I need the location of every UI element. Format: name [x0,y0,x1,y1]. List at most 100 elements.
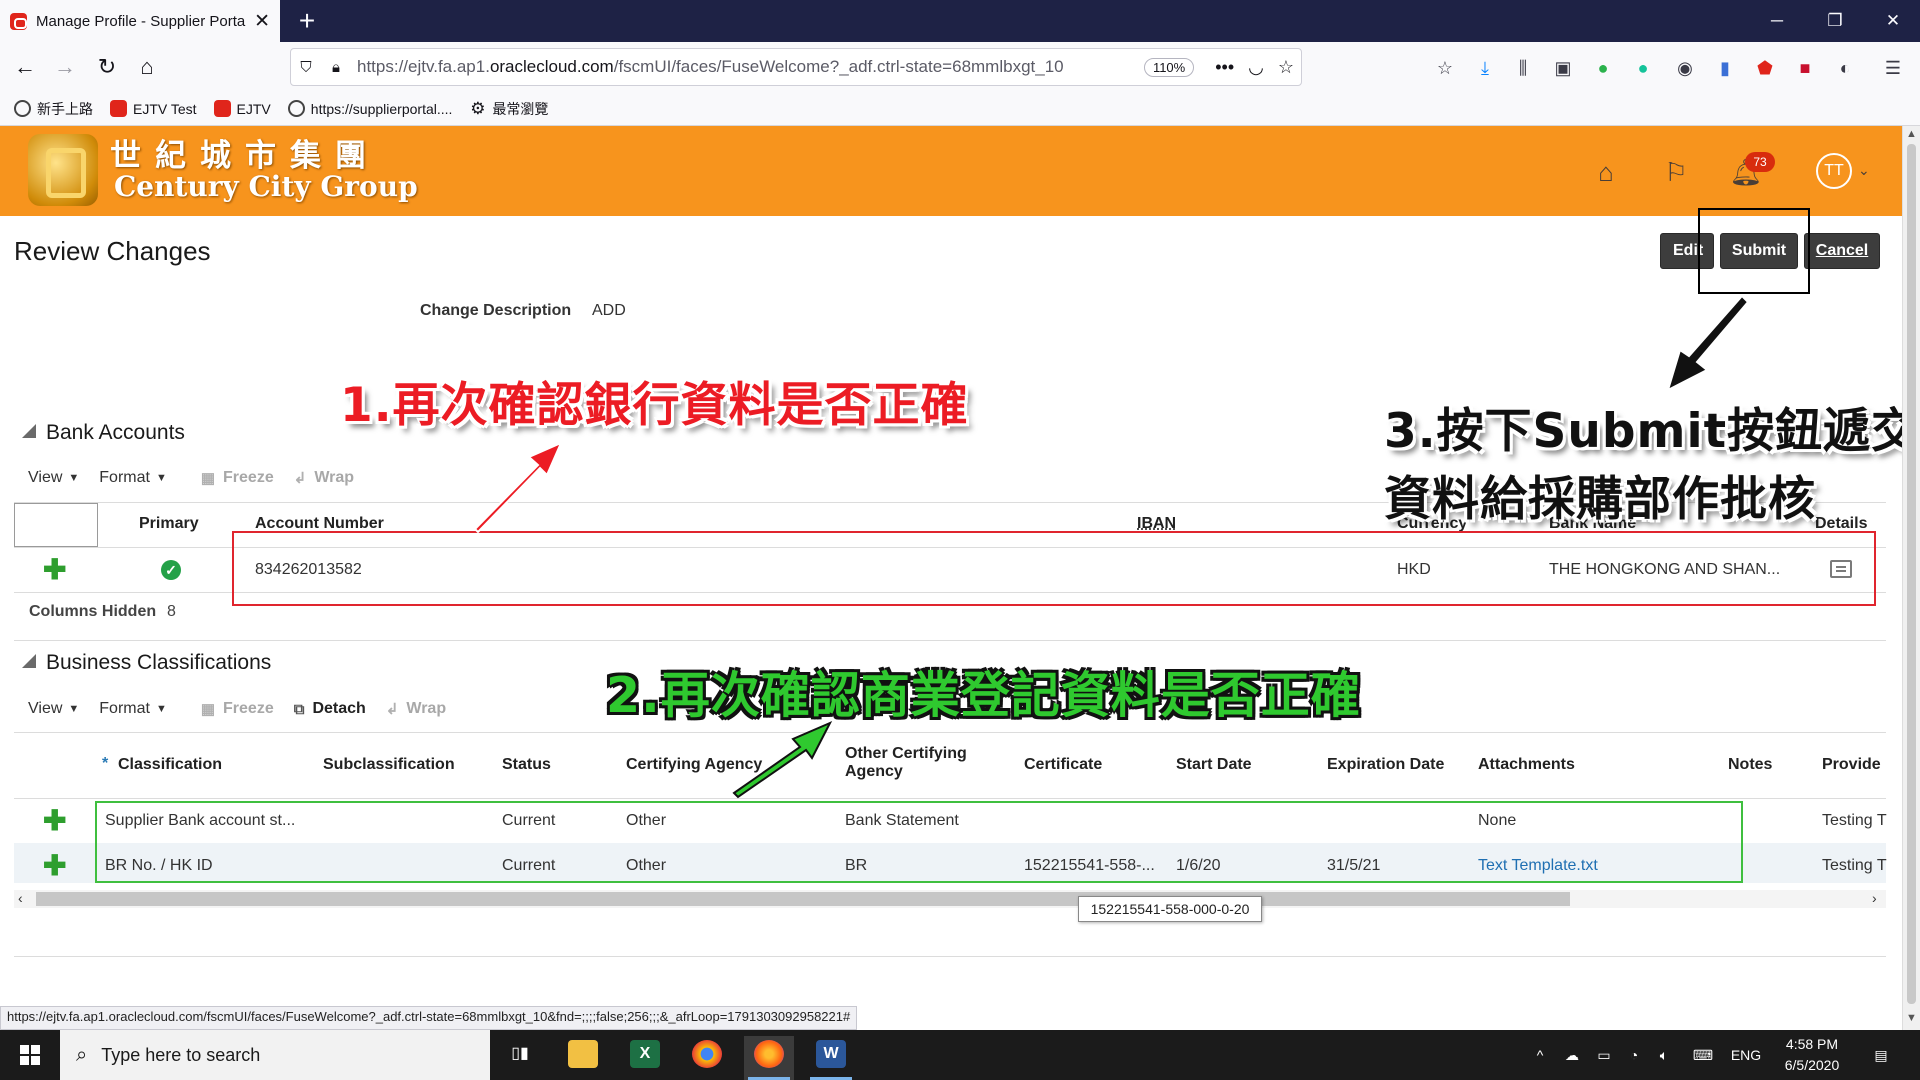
grammarly-icon[interactable]: ● [1630,56,1656,80]
wrap-button[interactable]: ↲ Wrap [386,700,446,718]
home-icon[interactable]: ⌂ [1588,154,1624,190]
cancel-button[interactable]: Cancel [1804,233,1880,269]
taskbar-clock[interactable]: 4:58 PM 6/5/2020 [1770,1034,1854,1076]
detach-button[interactable]: ⧉ Detach [294,700,366,718]
task-view-icon[interactable]: ▯▮ [495,1036,545,1080]
wifi-icon[interactable]: ◔ [1622,1030,1646,1080]
format-menu[interactable]: Format ▼ [99,469,167,487]
bookmark-item[interactable]: https://supplierportal.... [287,100,452,117]
more-actions-icon[interactable]: ••• [1215,57,1234,78]
reload-icon[interactable]: ↻ [90,50,124,84]
column-header-provided-by[interactable]: Provide [1822,756,1881,774]
scroll-left-icon[interactable]: ‹ [18,890,23,906]
taskbar-search-box[interactable]: ⌕ Type here to search [60,1030,490,1080]
wrap-label: Wrap [406,700,447,717]
chevron-down-icon[interactable]: ⌄ [1858,162,1870,179]
account-icon[interactable]: ◉ [1672,56,1698,80]
user-avatar[interactable]: TT [1816,153,1852,189]
column-header-certifying-agency[interactable]: Certifying Agency [626,756,762,774]
divider [14,732,1886,733]
home-icon[interactable]: ⌂ [130,50,164,84]
keyboard-icon[interactable]: ⌨ [1688,1030,1718,1080]
collapse-triangle-icon[interactable] [22,424,36,438]
collapse-triangle-icon[interactable] [22,654,36,668]
language-indicator[interactable]: ENG [1726,1030,1766,1080]
view-menu[interactable]: View ▼ [28,469,79,487]
bookmark-item[interactable]: EJTV [213,100,271,117]
column-header-expiration-date[interactable]: Expiration Date [1327,756,1444,774]
chrome-icon[interactable] [682,1036,732,1080]
table-horizontal-scrollbar[interactable]: ‹ › [14,890,1886,908]
column-header-status[interactable]: Status [502,756,551,774]
row-selector-header[interactable] [14,503,98,547]
file-explorer-icon[interactable] [558,1036,608,1080]
annotation-step-1: 1.再次確認銀行資料是否正確 [340,378,969,433]
close-tab-icon[interactable]: ✕ [254,10,270,33]
bookmark-star-icon[interactable]: ☆ [1278,57,1294,78]
notification-count-badge[interactable]: 73 [1745,152,1775,172]
column-header-other-certifying-agency[interactable]: Other Certifying Agency [845,745,967,781]
sidebar-icon[interactable]: ▣ [1550,56,1576,80]
column-header-primary[interactable]: Primary [139,515,199,533]
restore-icon[interactable]: ❐ [1808,0,1862,42]
firefox-icon[interactable] [744,1036,794,1080]
extension-bookmark-icon[interactable]: ▮ [1712,56,1738,80]
freeze-button[interactable]: ▦ Freeze [201,469,274,487]
scroll-down-icon[interactable]: ▼ [1906,1012,1917,1024]
forward-icon[interactable]: → [48,50,82,84]
business-classifications-section-header[interactable]: Business Classifications [22,651,271,675]
shield-icon[interactable]: ⛉ [291,59,321,76]
wrap-button[interactable]: ↲ Wrap [294,469,354,487]
column-header-classification[interactable]: Classification [118,756,222,774]
bank-accounts-section-header[interactable]: Bank Accounts [22,421,185,445]
bookmark-item[interactable]: EJTV Test [110,100,197,117]
extension-check-icon[interactable]: ● [1590,56,1616,80]
extension-shield-icon[interactable]: ⬟ [1752,56,1778,80]
extension-puzzle-icon[interactable]: ◐ [1832,56,1858,80]
browser-tab[interactable]: Manage Profile - Supplier Portal ✕ [0,0,280,42]
minimize-icon[interactable]: ─ [1750,0,1804,42]
scroll-right-icon[interactable]: › [1872,890,1877,906]
address-bar[interactable]: ⛉ 🔒︎ https://ejtv.fa.ap1.oraclecloud.com… [290,48,1302,86]
lock-icon[interactable]: 🔒︎ [321,59,351,76]
windows-start-button[interactable] [0,1030,60,1080]
column-header-subclassification[interactable]: Subclassification [323,756,455,774]
column-header-certificate[interactable]: Certificate [1024,756,1102,774]
bookmark-item[interactable]: 新手上路 [14,99,93,119]
volume-icon[interactable]: 🔈︎ [1652,1030,1676,1080]
word-icon[interactable]: W [806,1036,856,1080]
scrollbar-thumb[interactable] [1907,144,1916,1004]
flag-icon[interactable]: ⚐ [1658,154,1694,190]
view-menu[interactable]: View ▼ [28,700,79,718]
reading-list-icon[interactable]: ☆ [1432,56,1458,80]
column-header-start-date[interactable]: Start Date [1176,756,1252,774]
page-vertical-scrollbar[interactable]: ▲ ▼ [1902,126,1920,1030]
battery-icon[interactable]: ▭ [1592,1030,1616,1080]
download-icon[interactable]: ⤓ [1472,56,1498,80]
close-window-icon[interactable]: ✕ [1866,0,1920,42]
extension-pdf-icon[interactable]: ■ [1792,56,1818,80]
pocket-icon[interactable]: ◡ [1248,57,1264,78]
format-menu[interactable]: Format ▼ [99,700,167,718]
add-row-plus-icon[interactable]: ✚ [43,807,66,835]
zoom-level-button[interactable]: 110% [1143,57,1195,77]
scrollbar-thumb[interactable] [36,892,1570,906]
scroll-up-icon[interactable]: ▲ [1906,128,1917,140]
column-header-attachments[interactable]: Attachments [1478,756,1575,774]
library-icon[interactable]: ⫼ [1510,56,1536,80]
back-icon[interactable]: ← [8,50,42,84]
add-row-plus-icon[interactable]: ✚ [43,556,66,584]
notifications-icon[interactable]: ▤ [1866,1030,1896,1080]
column-header-notes[interactable]: Notes [1728,756,1772,774]
url-text[interactable]: https://ejtv.fa.ap1.oraclecloud.com/fscm… [351,57,1144,77]
show-hidden-icons-icon[interactable]: ^ [1530,1030,1550,1080]
freeze-button[interactable]: ▦ Freeze [201,700,274,718]
bookmark-item[interactable]: ⚙ 最常瀏覽 [469,99,548,119]
columns-hidden-count[interactable]: 8 [167,603,176,621]
bank-row-highlight-box [232,531,1876,606]
add-row-plus-icon[interactable]: ✚ [43,852,66,880]
excel-icon[interactable]: X [620,1036,670,1080]
menu-icon[interactable]: ☰ [1880,56,1906,80]
onedrive-icon[interactable]: ☁ [1560,1030,1584,1080]
new-tab-button[interactable]: + [290,4,324,38]
